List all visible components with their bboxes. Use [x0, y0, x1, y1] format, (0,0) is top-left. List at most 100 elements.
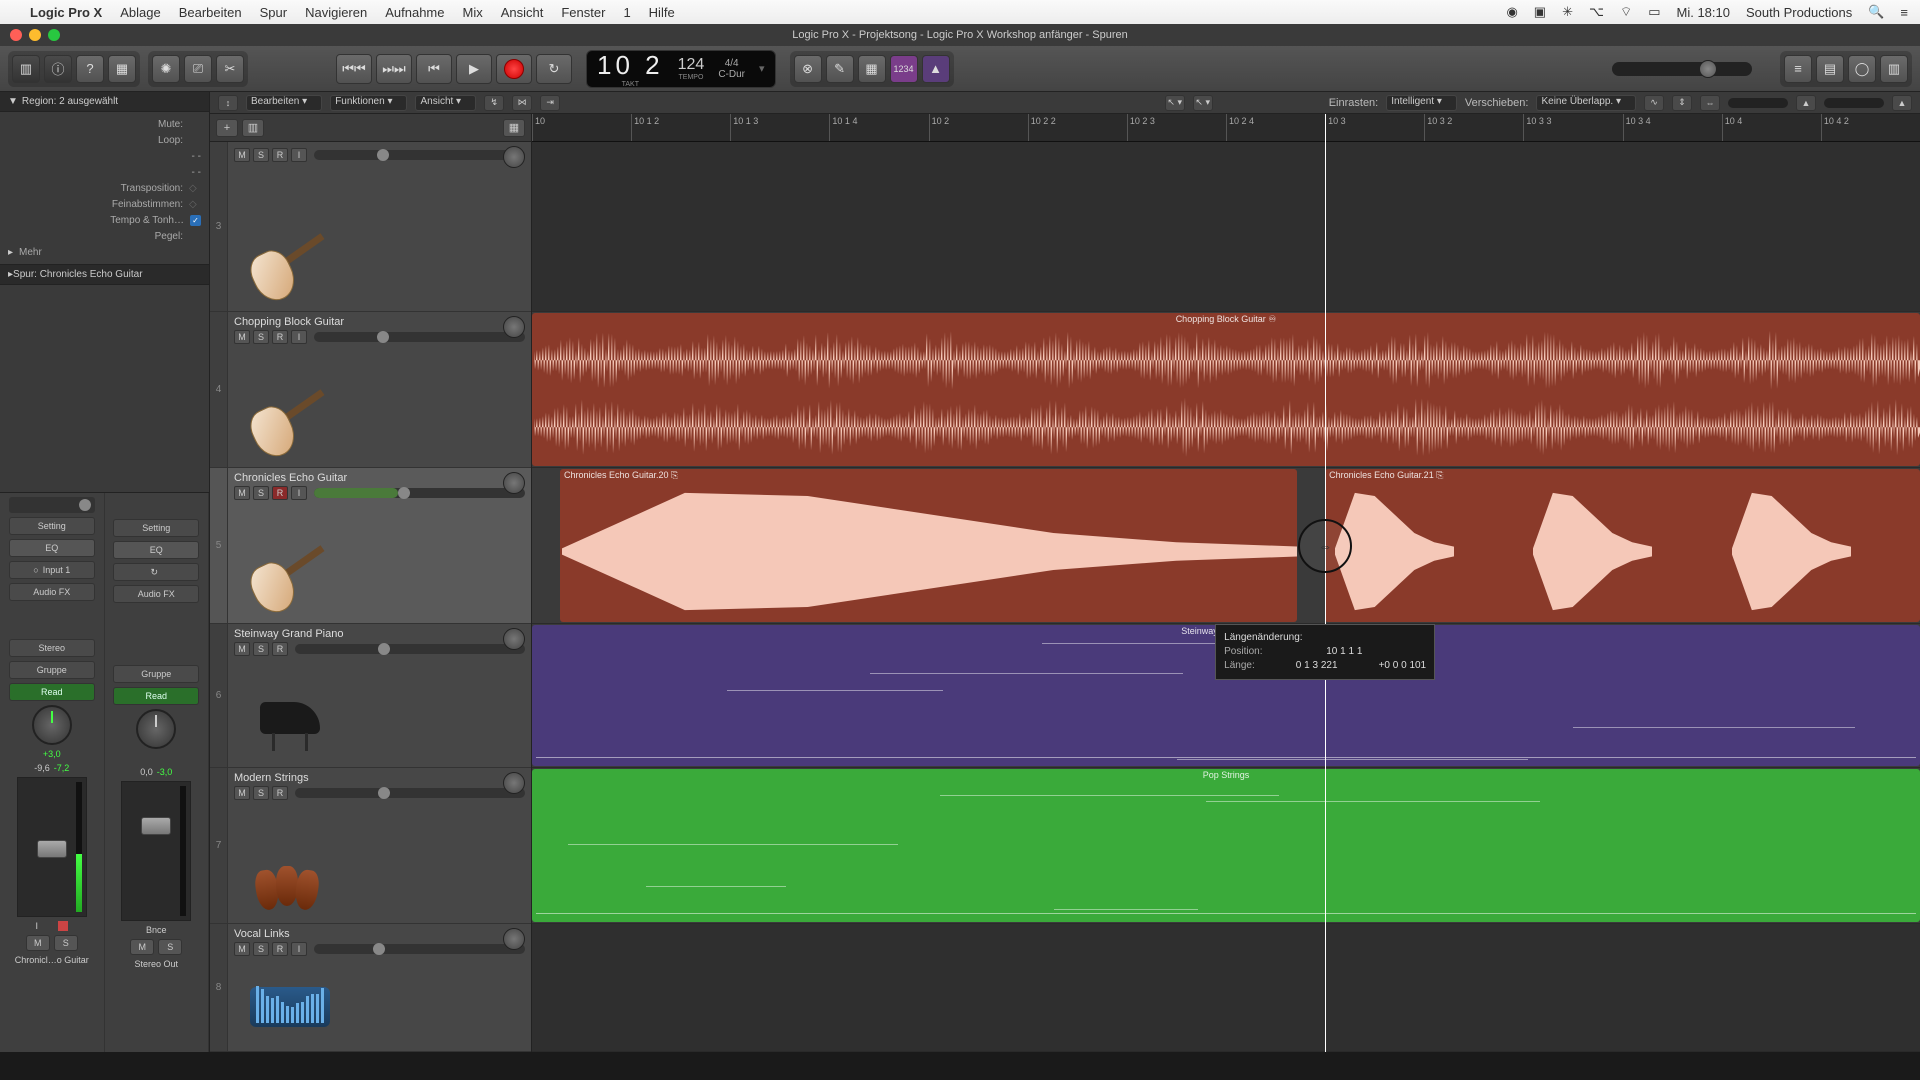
lcd-display[interactable]: 10 2TAKT 124TEMPO 4/4C-Dur ▾ [586, 50, 776, 88]
track-name[interactable]: Chopping Block Guitar [234, 316, 525, 328]
region[interactable]: Chopping Block Guitar ♾ [532, 313, 1920, 466]
library-button[interactable]: ▥ [12, 55, 40, 83]
snap-select[interactable]: Intelligent ▾ [1386, 95, 1457, 111]
zoom-slider-icon[interactable]: ▲ [1796, 95, 1816, 111]
lcd-key[interactable]: C-Dur [718, 69, 745, 80]
track-m-button[interactable]: M [234, 148, 250, 162]
pointer-tool-icon[interactable]: ↖ ▾ [1165, 95, 1185, 111]
track-header[interactable]: 5 Chronicles Echo Guitar MSRI [210, 468, 531, 624]
menubar-display-icon[interactable]: ▭ [1648, 4, 1660, 20]
rewind-button[interactable]: ⏮⏮ [336, 54, 372, 84]
track-name[interactable]: Modern Strings [234, 772, 525, 784]
move-select[interactable]: Keine Überlapp. ▾ [1536, 95, 1636, 111]
ruler[interactable]: 1010 1 210 1 310 1 410 210 2 210 2 310 2… [532, 114, 1920, 142]
list-editors-button[interactable]: ≡ [1784, 55, 1812, 83]
inspector-button[interactable]: ⓘ [44, 55, 72, 83]
track-s-button[interactable]: S [253, 148, 269, 162]
track-i-button[interactable]: I [291, 942, 307, 956]
track-pan-knob[interactable] [503, 628, 525, 650]
lcd-tempo[interactable]: 124 [678, 56, 705, 74]
menubar-star-icon[interactable]: ✳ [1562, 4, 1573, 20]
replace-button[interactable]: ⊗ [794, 55, 822, 83]
track-m-button[interactable]: M [234, 942, 250, 956]
track-i-button[interactable]: I [291, 148, 307, 162]
track-s-button[interactable]: S [253, 330, 269, 344]
alt-tool-icon[interactable]: ↖ ▾ [1193, 95, 1213, 111]
track-icon[interactable] [240, 839, 340, 919]
track-volume-slider[interactable] [314, 488, 525, 498]
notepad-button[interactable]: ▤ [1816, 55, 1844, 83]
menu-mix[interactable]: Mix [463, 5, 483, 20]
lowlatency-button[interactable]: ✎ [826, 55, 854, 83]
track-header[interactable]: 7 Modern Strings MSR [210, 768, 531, 924]
track-r-button[interactable]: R [272, 642, 288, 656]
track-r-button[interactable]: R [272, 148, 288, 162]
menu-track[interactable]: Spur [260, 5, 287, 20]
ruler-tick[interactable]: 10 [532, 114, 545, 141]
menu-window[interactable]: Fenster [561, 5, 605, 20]
lcd-dropdown-icon[interactable]: ▾ [759, 62, 765, 75]
solo-button[interactable]: S [158, 939, 182, 955]
mute-button[interactable]: M [26, 935, 50, 951]
ruler-tick[interactable]: 10 4 [1722, 114, 1743, 141]
track-volume-slider[interactable] [295, 788, 525, 798]
region[interactable]: Chronicles Echo Guitar.20 ⎘ [560, 469, 1297, 622]
menubar-stop-icon[interactable]: ◉ [1506, 4, 1517, 20]
menubar-user[interactable]: South Productions [1746, 5, 1852, 20]
mixer-button[interactable]: ⎚ [184, 55, 212, 83]
waveform-zoom-icon[interactable]: ∿ [1644, 95, 1664, 111]
pan-knob[interactable] [32, 705, 72, 745]
group-slot[interactable]: Gruppe [9, 661, 95, 679]
menubar-bt-icon[interactable]: ⌥ [1589, 4, 1604, 20]
vzoom-slider[interactable] [1728, 98, 1788, 108]
browser-button[interactable]: ▥ [1880, 55, 1908, 83]
rec-enable[interactable] [58, 921, 68, 931]
send-slot[interactable]: ↻ [113, 563, 199, 581]
track-header[interactable]: 8 Vocal Links MSRI [210, 924, 531, 1052]
menu-navigate[interactable]: Navigieren [305, 5, 367, 20]
gain-slider[interactable] [9, 497, 95, 513]
zoom-window-button[interactable] [48, 29, 60, 41]
track-volume-slider[interactable] [314, 332, 525, 342]
track-i-button[interactable]: I [291, 330, 307, 344]
stereo-slot[interactable]: Stereo [9, 639, 95, 657]
solo-button[interactable]: S [54, 935, 78, 951]
track-icon[interactable] [240, 683, 340, 763]
lcd-sig[interactable]: 4/4 [725, 58, 739, 69]
volume-fader[interactable] [17, 777, 87, 917]
master-volume-slider[interactable] [1612, 62, 1752, 76]
region[interactable]: Chronicles Echo Guitar.21 ⎘ [1325, 469, 1920, 622]
track-i-button[interactable]: I [291, 486, 307, 500]
arrange-lane[interactable]: Chopping Block Guitar ♾ [532, 312, 1920, 468]
track-inspector-header[interactable]: ▸Spur: Chronicles Echo Guitar [0, 264, 209, 285]
ruler-tick[interactable]: 10 1 3 [730, 114, 758, 141]
toolbar-button[interactable]: ▦ [108, 55, 136, 83]
track-m-button[interactable]: M [234, 786, 250, 800]
ruler-tick[interactable]: 10 4 2 [1821, 114, 1849, 141]
track-icon[interactable] [240, 383, 340, 463]
catch-icon[interactable]: ⇥ [540, 95, 560, 111]
insp-tempo-checkbox[interactable]: ✓ [190, 215, 201, 226]
track-m-button[interactable]: M [234, 330, 250, 344]
loops-button[interactable]: ◯ [1848, 55, 1876, 83]
menubar-menu-icon[interactable]: ≡ [1900, 5, 1908, 20]
eq-slot[interactable]: EQ [113, 541, 199, 559]
close-window-button[interactable] [10, 29, 22, 41]
track-m-button[interactable]: M [234, 486, 250, 500]
menubar-search-icon[interactable]: 🔍 [1868, 4, 1884, 20]
track-menu-icon[interactable]: ↕ [218, 95, 238, 111]
track-icon[interactable] [240, 967, 340, 1047]
menu-view[interactable]: Ansicht [501, 5, 544, 20]
automation-icon[interactable]: ↯ [484, 95, 504, 111]
volume-fader[interactable] [121, 781, 191, 921]
track-s-button[interactable]: S [253, 786, 269, 800]
functions-menu[interactable]: Funktionen ▾ [330, 95, 407, 111]
track-s-button[interactable]: S [253, 642, 269, 656]
audiofx-slot[interactable]: Audio FX [113, 585, 199, 603]
track-header[interactable]: 3 MSRI [210, 142, 531, 312]
track-icon[interactable] [240, 539, 340, 619]
menubar-wifi-icon[interactable]: ⌔ [1620, 4, 1632, 20]
arrange-lane[interactable]: Chronicles Echo Guitar.20 ⎘Chronicles Ec… [532, 468, 1920, 624]
metronome-button[interactable]: ▲ [922, 55, 950, 83]
zoom-slider-icon2[interactable]: ▲ [1892, 95, 1912, 111]
